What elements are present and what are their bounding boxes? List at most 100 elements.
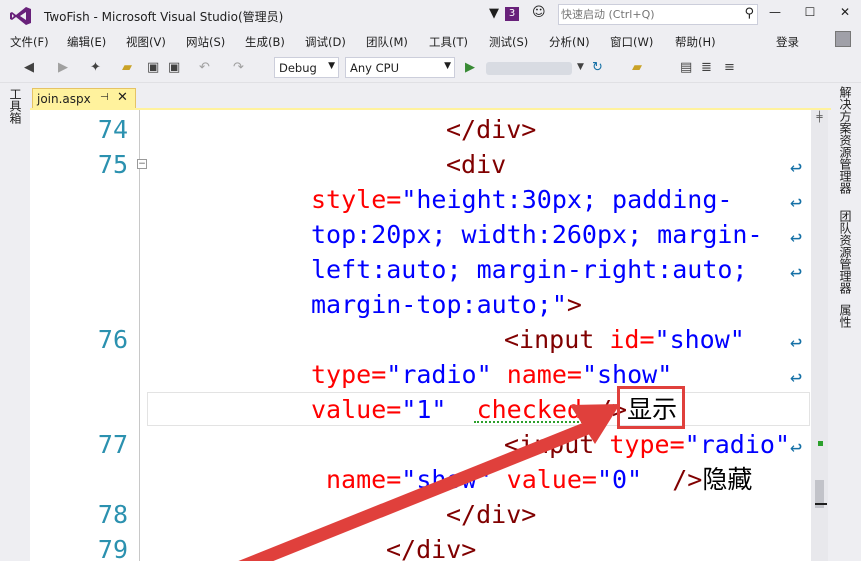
code-token: > [566,290,582,319]
code-token: 隐藏 [702,465,753,494]
code-line-wrapped: top:20px; width:260px; margin- [311,217,763,252]
code-line-wrapped: style="height:30px; padding- [311,182,732,217]
code-token: "radio" [684,430,790,459]
notification-badge[interactable]: 3 [505,7,519,21]
line-number: 74 [97,115,128,144]
refresh-icon[interactable]: ↻ [592,60,603,75]
comment-icon[interactable]: ≡ [724,60,735,75]
tab-label: join.aspx [37,92,91,106]
word-wrap-glyph-icon: ↩ [790,365,803,389]
menu-debug[interactable]: 调试(D) [305,34,346,50]
undo-icon[interactable]: ↶ [199,60,210,75]
standard-toolbar: ◀ ▶ ✦ ▰ ▣ ▣ ↶ ↷ Debug ▼ Any CPU ▼ ▶ ▼ ↻ … [0,53,861,83]
open-folder-icon[interactable]: ▰ [122,60,132,75]
menu-help[interactable]: 帮助(H) [675,34,716,50]
scrollbar-caret-marker [815,503,827,505]
menu-analyze[interactable]: 分析(N) [549,34,590,50]
chevron-down-icon: ▼ [328,61,335,71]
quick-launch-input[interactable] [561,7,731,22]
line-number: 77 [97,430,128,459]
collapse-toggle-icon[interactable]: − [137,159,147,169]
menu-edit[interactable]: 编辑(E) [67,34,106,50]
code-token: "0" [596,465,643,494]
save-all-icon[interactable]: ▣ [168,60,180,75]
forward-icon[interactable]: ▶ [58,60,68,75]
code-line-wrapped: left:auto; margin-right:auto; [311,252,748,287]
code-token: "radio" [386,360,492,389]
menu-team[interactable]: 团队(M) [366,34,408,50]
platform-dropdown[interactable]: Any CPU ▼ [345,57,455,78]
new-project-icon[interactable]: ✦ [90,60,101,75]
line-number: 76 [97,325,128,354]
chevron-down-icon[interactable]: ▼ [577,62,584,72]
code-line: <div [446,147,506,182]
title-bar: TwoFish - Microsoft Visual Studio(管理员) ▼… [0,0,861,30]
browser-link-icon[interactable]: ▰ [632,60,642,75]
code-token: "show" [581,360,673,389]
tab-join-aspx[interactable]: join.aspx ⊣ ✕ [32,88,136,110]
sign-in-link[interactable]: 登录 [776,34,799,50]
chevron-down-icon: ▼ [444,61,451,71]
start-debugging-icon[interactable]: ▶ [465,60,475,75]
code-token: "show" [401,465,492,494]
scrollbar-change-marker [818,441,823,446]
minimize-button[interactable]: — [766,5,784,19]
maximize-button[interactable]: ☐ [801,5,819,19]
save-icon[interactable]: ▣ [147,60,159,75]
split-window-icon[interactable]: ╪ [811,110,828,126]
code-token: margin-top:auto;" [311,290,567,319]
code-token: id= [609,325,655,354]
code-token: </div> [446,115,537,144]
document-icon[interactable]: ▤ [680,60,692,75]
document-tab-bar [30,84,831,110]
code-line: </div> [386,532,476,561]
team-explorer-tab[interactable]: 团队资源管理器 [838,210,852,294]
redo-icon[interactable]: ↷ [233,60,244,75]
menu-bar: 文件(F) 编辑(E) 视图(V) 网站(S) 生成(B) 调试(D) 团队(M… [0,30,861,52]
code-line-wrapped: name="show" value="0" />隐藏 [326,462,752,497]
filter-icon[interactable]: ▼ [489,6,499,21]
menu-window[interactable]: 窗口(W) [610,34,653,50]
feedback-icon[interactable]: ☺ [532,5,546,20]
menu-file[interactable]: 文件(F) [10,34,49,50]
menu-tools[interactable]: 工具(T) [429,34,468,50]
close-icon[interactable]: ✕ [117,90,128,105]
menu-view[interactable]: 视图(V) [126,34,166,50]
code-token: value= [311,395,402,424]
code-token: type= [311,360,387,389]
visual-studio-logo-icon [10,7,31,25]
code-token: "height:30px; padding- [401,185,733,214]
code-token: "show" [654,325,745,354]
user-avatar-icon[interactable] [835,31,851,47]
menu-website[interactable]: 网站(S) [186,34,225,50]
code-editor[interactable]: 74 75 76 77 78 79 − </div> <div style="h… [30,110,816,561]
word-wrap-glyph-icon: ↩ [790,225,803,249]
format-icon[interactable]: ≣ [701,60,712,75]
code-line: <input id="show" [504,322,745,357]
menu-build[interactable]: 生成(B) [245,34,285,50]
configuration-dropdown[interactable]: Debug ▼ [274,57,339,78]
properties-tab[interactable]: 属性 [838,304,852,328]
code-token: left:auto; margin-right:auto; [311,255,748,284]
toolbox-strip [0,84,30,561]
back-icon[interactable]: ◀ [24,60,34,75]
close-window-button[interactable]: ✕ [836,5,854,19]
vertical-scrollbar[interactable]: ╪ [811,110,828,561]
annotation-highlight-box [617,386,685,429]
word-wrap-glyph-icon: ↩ [790,190,803,214]
code-token: value= [506,465,597,494]
solution-explorer-tab[interactable]: 解决方案资源管理器 [838,86,852,194]
search-icon[interactable]: ⚲ [744,6,754,21]
line-number: 79 [97,535,128,561]
code-token: type= [609,430,685,459]
toolbox-tab[interactable]: 工具箱 [8,88,22,124]
word-wrap-glyph-icon: ↩ [790,435,803,459]
code-token: <div [446,150,507,179]
code-token: <input [504,430,595,459]
warning-squiggle [474,420,590,423]
code-token: <input [504,325,595,354]
menu-test[interactable]: 测试(S) [489,34,528,50]
quick-launch-box[interactable]: ⚲ [558,4,758,25]
pin-icon[interactable]: ⊣ [100,92,109,103]
code-token: name= [506,360,582,389]
